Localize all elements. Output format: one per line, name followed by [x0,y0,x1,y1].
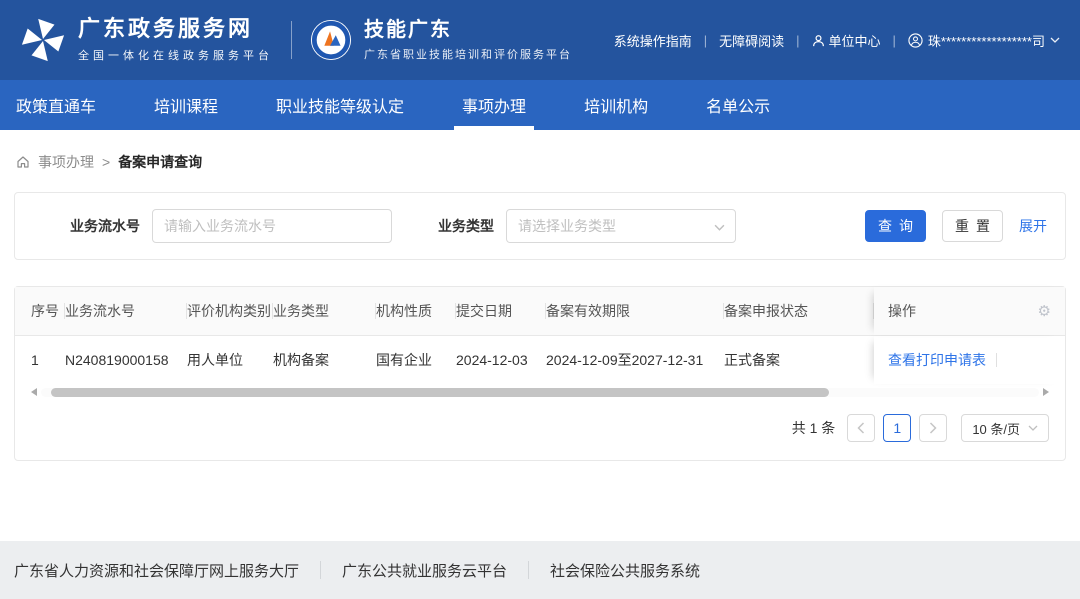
brand-divider [291,21,292,59]
footer-divider [320,561,321,579]
breadcrumb-current: 备案申请查询 [118,152,202,172]
serial-number-input[interactable] [152,209,392,243]
header-utility-links: 系统操作指南 | 无障碍阅读 | 单位中心 | 珠***************… [614,31,1060,50]
results-table-panel: 序号 业务流水号 评价机构类别 业务类型 机构性质 提交日期 备案有效期限 备案… [14,286,1066,461]
column-header-category: 评价机构类别 [187,287,273,335]
chevron-down-icon [1028,425,1038,431]
business-type-select[interactable]: 请选择业务类型 [506,209,736,243]
cell-validity: 2024-12-09至2027-12-31 [546,336,724,384]
scroll-right-arrow-icon[interactable] [1043,388,1049,396]
serial-number-label: 业务流水号 [70,216,140,236]
user-account-menu[interactable]: 珠******************司 [908,31,1060,50]
cell-status: 正式备案 [724,336,874,384]
unit-center-link[interactable]: 单位中心 [812,31,881,50]
header-separator: | [704,33,707,48]
person-icon [812,34,825,47]
skills-brand: 技能广东 广东省职业技能培训和评价服务平台 [310,19,572,62]
unit-center-label: 单位中心 [829,31,881,50]
gov-brand: 广东政务服务网 全国一体化在线政务服务平台 [20,17,273,63]
nav-item-training-courses[interactable]: 培训课程 [146,80,226,130]
breadcrumb-separator: > [102,154,110,170]
search-button[interactable]: 查询 [865,210,926,242]
column-header-nature: 机构性质 [376,287,456,335]
chevron-left-icon [857,422,865,434]
table-header-row: 序号 业务流水号 评价机构类别 业务类型 机构性质 提交日期 备案有效期限 备案… [15,287,1065,336]
business-type-placeholder: 请选择业务类型 [518,216,616,236]
user-name: 珠******************司 [928,31,1045,50]
page-size-select[interactable]: 10 条/页 [961,414,1049,442]
footer-link-social-insurance[interactable]: 社会保险公共服务系统 [550,560,700,581]
column-header-status: 备案申报状态 [724,287,874,335]
horizontal-scrollbar-track[interactable] [41,388,1039,397]
reset-button[interactable]: 重置 [942,210,1003,242]
chevron-down-icon [714,224,725,231]
user-circle-icon [908,33,923,48]
chevron-right-icon [929,422,937,434]
column-header-seq: 序号 [15,287,65,335]
gov-site-subtitle: 全国一体化在线政务服务平台 [78,47,273,63]
column-header-date: 提交日期 [456,287,546,335]
chevron-down-icon [1050,37,1060,43]
nav-item-skill-level-certification[interactable]: 职业技能等级认定 [268,80,412,130]
cell-nature: 国有企业 [376,336,456,384]
footer-link-hrss-hall[interactable]: 广东省人力资源和社会保障厅网上服务大厅 [14,560,299,581]
footer-link-employment-cloud[interactable]: 广东公共就业服务云平台 [342,560,507,581]
nav-item-policy-express[interactable]: 政策直通车 [8,80,104,130]
cell-date: 2024-12-03 [456,336,546,384]
nav-item-matters-handling[interactable]: 事项办理 [454,80,534,130]
header-separator: | [893,33,896,48]
cell-type: 机构备案 [273,336,376,384]
search-filter-panel: 业务流水号 业务类型 请选择业务类型 查询 重置 展开 [14,192,1066,260]
action-divider [996,353,997,367]
table-row: 1 N240819000158 用人单位 机构备案 国有企业 2024-12-0… [15,336,1065,384]
main-navigation: 政策直通车 培训课程 职业技能等级认定 事项办理 培训机构 名单公示 [0,80,1080,130]
gov-pinwheel-logo-icon [20,17,66,63]
footer: 广东省人力资源和社会保障厅网上服务大厅 广东公共就业服务云平台 社会保险公共服务… [0,541,1080,599]
cell-action: 查看打印申请表 [874,336,1065,384]
horizontal-scrollbar [31,386,1049,398]
cell-category: 用人单位 [187,336,273,384]
home-icon[interactable] [16,155,30,169]
column-settings-gear-icon[interactable]: ⚙ [1038,304,1051,319]
gov-site-title: 广东政务服务网 [78,17,273,41]
column-header-type: 业务类型 [273,287,376,335]
pagination-total: 共 1 条 [792,418,836,438]
horizontal-scrollbar-thumb[interactable] [51,388,829,397]
breadcrumb: 事项办理 > 备案申请查询 [16,152,1064,172]
system-guide-link[interactable]: 系统操作指南 [614,31,692,50]
search-button-label: 查询 [878,216,920,236]
scroll-left-arrow-icon[interactable] [31,388,37,396]
top-header: 广东政务服务网 全国一体化在线政务服务平台 技能广东 广东省职业技能培训和评价服… [0,0,1080,80]
pagination: 共 1 条 1 10 条/页 [15,414,1049,442]
skills-gd-badge-icon [310,19,352,61]
system-guide-label: 系统操作指南 [614,31,692,50]
reset-button-label: 重置 [955,216,997,236]
breadcrumb-section[interactable]: 事项办理 [38,152,94,172]
expand-link[interactable]: 展开 [1019,216,1047,236]
skills-site-subtitle: 广东省职业技能培训和评价服务平台 [364,46,572,62]
accessibility-label: 无障碍阅读 [719,31,784,50]
column-header-action: 操作 ⚙ [874,287,1065,335]
footer-divider [528,561,529,579]
pagination-next-button[interactable] [919,414,947,442]
skills-site-title: 技能广东 [364,19,572,41]
action-header-label: 操作 [888,301,916,321]
header-separator: | [796,33,799,48]
view-print-application-link[interactable]: 查看打印申请表 [888,350,986,370]
cell-seq: 1 [15,336,65,384]
business-type-label: 业务类型 [438,216,494,236]
pagination-prev-button[interactable] [847,414,875,442]
pagination-page-1[interactable]: 1 [883,414,911,442]
nav-item-training-institutions[interactable]: 培训机构 [576,80,656,130]
accessibility-link[interactable]: 无障碍阅读 [719,31,784,50]
nav-item-public-list[interactable]: 名单公示 [698,80,778,130]
results-table: 序号 业务流水号 评价机构类别 业务类型 机构性质 提交日期 备案有效期限 备案… [15,287,1065,384]
page-size-value: 10 条/页 [972,419,1020,438]
column-header-validity: 备案有效期限 [546,287,724,335]
column-header-serial: 业务流水号 [65,287,187,335]
cell-serial: N240819000158 [65,336,187,384]
